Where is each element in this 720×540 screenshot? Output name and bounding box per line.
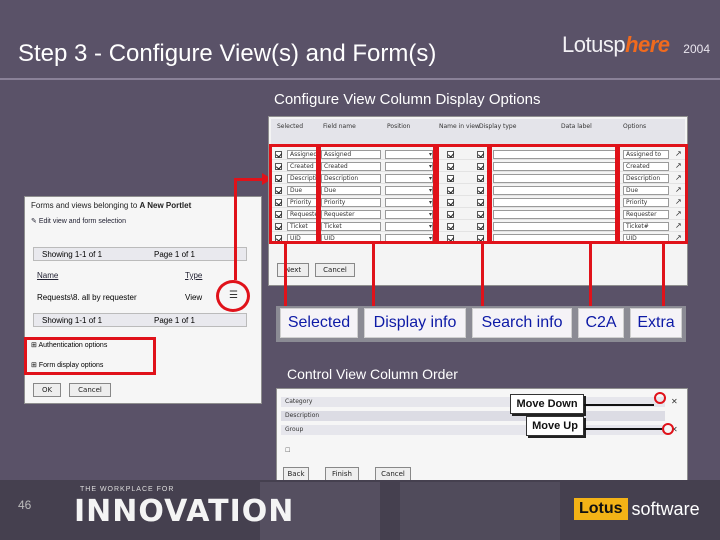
move-down-icon[interactable] (654, 392, 666, 404)
ok-button[interactable]: OK (33, 383, 61, 397)
move-up-icon[interactable] (662, 423, 674, 435)
legend-c2a: C2A (578, 308, 624, 338)
header-divider (0, 78, 720, 80)
lotusphere-logo: Lotusphere 2004 (562, 32, 710, 57)
connector-vertical (234, 178, 237, 280)
next-button[interactable]: Next (277, 263, 309, 277)
table-header: Name Type (33, 269, 247, 283)
footer-brand: INNOVATION (74, 494, 295, 529)
slide-title: Step 3 - Configure View(s) and Form(s) (18, 40, 437, 67)
cancel-button[interactable]: Cancel (69, 383, 111, 397)
move-up-button[interactable]: Move Up (526, 416, 584, 436)
table-row[interactable]: Requests\8. all by requester View (33, 291, 247, 305)
column-order-panel: Category Description Group ✕ ✕ ☐ Back Fi… (276, 388, 688, 482)
col-type-header[interactable]: Type (185, 271, 202, 280)
c2a-col-highlight (489, 144, 618, 244)
line-search (481, 244, 484, 306)
panel-heading: Forms and views belonging to A New Portl… (31, 201, 192, 210)
line-extra (662, 244, 665, 306)
pager-top: Showing 1-1 of 1 Page 1 of 1 (33, 247, 247, 261)
list-item[interactable]: Group (281, 425, 665, 435)
line-c2a (589, 244, 592, 306)
legend-extra: Extra (630, 308, 682, 338)
footer-tagline: THE WORKPLACE FOR (80, 486, 175, 493)
order-cancel-button[interactable]: Cancel (375, 467, 411, 481)
options-highlight (24, 337, 156, 375)
page-number: 46 (18, 498, 32, 512)
lotus-software-logo: Lotus software (574, 496, 714, 522)
column-header-row: Selected Field name Position Name in vie… (271, 119, 685, 145)
pager-bottom: Showing 1-1 of 1 Page 1 of 1 (33, 313, 247, 327)
legend-selected: Selected (280, 308, 358, 338)
finish-button[interactable]: Finish (325, 467, 359, 481)
move-up-arrow (584, 428, 662, 430)
edit-selection-link[interactable]: ✎ Edit view and form selection (31, 217, 126, 225)
extra-col-highlight (617, 144, 688, 244)
icon-highlight (216, 280, 250, 312)
search-col-highlight (436, 144, 490, 244)
line-selected (284, 244, 287, 306)
move-down-arrow (584, 404, 654, 406)
legend-search-info: Search info (472, 308, 572, 338)
line-display (372, 244, 375, 306)
selected-col-highlight (269, 144, 319, 244)
footer-decoration (400, 482, 560, 540)
list-item[interactable]: Description (281, 411, 665, 421)
remove-icon[interactable]: ✕ (671, 397, 678, 406)
view-options-label: Configure View Column Display Options (274, 91, 541, 108)
move-down-button[interactable]: Move Down (510, 394, 584, 414)
column-order-label: Control View Column Order (287, 366, 458, 382)
col-name-header[interactable]: Name (37, 271, 58, 280)
legend-display-info: Display info (364, 308, 466, 338)
view-cancel-button[interactable]: Cancel (315, 263, 355, 277)
back-button[interactable]: Back (283, 467, 309, 481)
display-col-highlight (318, 144, 436, 244)
